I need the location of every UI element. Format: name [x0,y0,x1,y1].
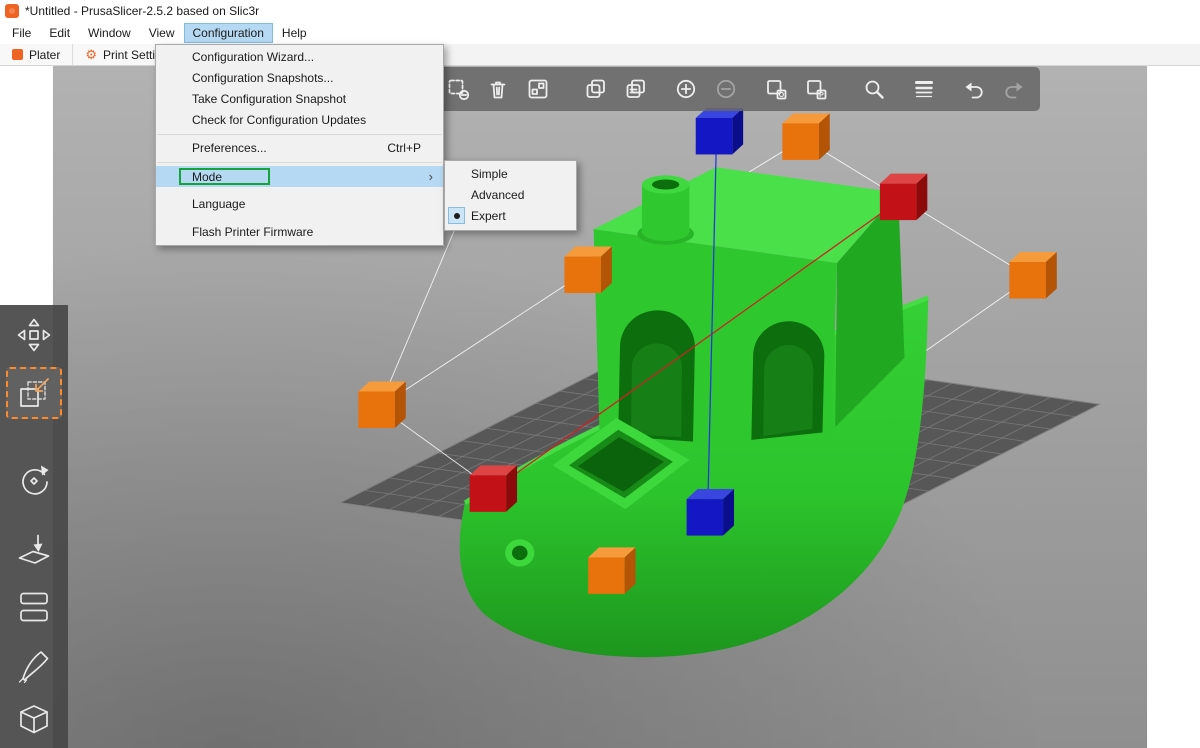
tab-plater-label: Plater [29,47,61,62]
menu-item-label: Mode [192,170,223,185]
left-toolbar [0,305,68,748]
menu-item-preferences[interactable]: Preferences... Ctrl+P [156,138,443,159]
place-on-face-icon [18,534,50,564]
paint-brush-icon [18,651,49,684]
paste-icon [626,79,645,98]
submenu-item-label: Advanced [471,188,525,202]
scale-handle-red[interactable] [879,173,928,221]
scale-handle-orange[interactable] [1009,252,1057,299]
menu-item-configuration-wizard[interactable]: Configuration Wizard... [156,47,443,68]
submenu-arrow-icon: › [428,169,433,184]
rotate-icon [22,465,49,495]
redo-icon [1005,82,1023,99]
cut-tool-button[interactable] [6,581,62,633]
arrange-button[interactable] [521,70,555,108]
menu-separator [157,134,442,135]
arrange-icon [528,79,548,99]
menu-item-shortcut: Ctrl+P [387,141,421,155]
svg-text:O: O [779,92,785,99]
menu-item-check-for-configuration-updates[interactable]: Check for Configuration Updates [156,110,443,131]
window-title: *Untitled - PrusaSlicer-2.5.2 based on S… [25,4,260,18]
delete-all-button[interactable] [441,70,475,108]
scale-handle-orange[interactable] [564,246,612,294]
menu-window[interactable]: Window [79,23,140,43]
scale-handle-orange[interactable] [782,113,830,160]
scale-handle-blue[interactable] [695,107,744,155]
move-icon [17,318,51,352]
split-to-parts-button[interactable]: P [799,70,833,108]
add-instance-icon [676,79,696,99]
remove-instance-button[interactable] [709,70,743,108]
menu-separator [157,162,442,163]
split-to-parts-icon: P [807,80,827,100]
undo-button[interactable] [957,70,991,108]
menu-bar: File Edit Window View Configuration Help [0,22,1200,44]
menu-item-language[interactable]: Language [156,194,443,215]
copy-button[interactable] [579,70,613,108]
scale-handle-orange[interactable] [358,381,406,428]
seam-tool-button[interactable] [6,695,62,747]
configuration-menu: Configuration Wizard... Configuration Sn… [155,44,444,246]
paste-button[interactable] [619,70,653,108]
split-to-objects-button[interactable]: O [759,70,793,108]
gear-icon: ⚙ [85,47,98,62]
menu-file[interactable]: File [3,23,40,43]
search-icon [865,80,884,99]
title-bar: *Untitled - PrusaSlicer-2.5.2 based on S… [0,0,1200,22]
submenu-item-expert[interactable]: Expert [445,206,576,227]
scale-handle-orange[interactable] [588,547,636,594]
menu-item-label: Configuration Wizard... [192,50,315,64]
menu-item-flash-printer-firmware[interactable]: Flash Printer Firmware [156,222,443,243]
menu-item-label: Take Configuration Snapshot [192,92,347,106]
paint-on-supports-tool-button[interactable] [6,639,62,691]
delete-button[interactable] [481,70,515,108]
scale-icon [20,378,49,407]
menu-item-label: Language [192,197,246,211]
place-on-face-tool-button[interactable] [6,523,62,575]
submenu-item-label: Simple [471,167,508,181]
trash-icon [490,81,506,99]
rotate-tool-button[interactable] [6,455,62,507]
undo-icon [965,82,983,99]
menu-item-label: Configuration Snapshots... [192,71,334,85]
submenu-item-label: Expert [471,209,506,223]
submenu-item-advanced[interactable]: Advanced [445,185,576,206]
menu-item-label: Flash Printer Firmware [192,225,314,239]
menu-item-label: Check for Configuration Updates [192,113,367,127]
app-icon [5,4,19,18]
menu-item-label: Preferences... [192,141,267,155]
seam-cube-icon [20,705,48,734]
scale-handle-red[interactable] [469,465,518,512]
menu-item-take-configuration-snapshot[interactable]: Take Configuration Snapshot [156,89,443,110]
add-instance-button[interactable] [669,70,703,108]
menu-view[interactable]: View [140,23,184,43]
top-toolbar: O P [432,67,1040,111]
move-tool-button[interactable] [6,309,62,361]
copy-icon [586,79,605,98]
menu-edit[interactable]: Edit [40,23,79,43]
mode-focus-box: Mode [179,168,271,186]
redo-button[interactable] [997,70,1031,108]
menu-item-configuration-snapshots[interactable]: Configuration Snapshots... [156,68,443,89]
tab-plater[interactable]: Plater [0,44,74,65]
cut-icon [20,592,48,622]
delete-all-icon [448,79,470,101]
variable-layer-height-icon [915,81,933,98]
remove-instance-icon [716,79,736,99]
radio-selected-icon [448,207,465,224]
menu-help[interactable]: Help [273,23,316,43]
menu-configuration[interactable]: Configuration [183,23,273,43]
submenu-item-simple[interactable]: Simple [445,164,576,185]
split-to-objects-icon: O [767,80,787,100]
scale-handle-blue[interactable] [686,489,735,536]
svg-text:P: P [819,92,824,99]
menu-item-mode[interactable]: Mode › [156,166,443,187]
search-button[interactable] [857,70,891,108]
mode-submenu: Simple Advanced Expert [444,160,577,231]
scale-tool-button[interactable] [6,367,62,419]
variable-layer-height-button[interactable] [907,70,941,108]
plater-icon [12,49,23,60]
